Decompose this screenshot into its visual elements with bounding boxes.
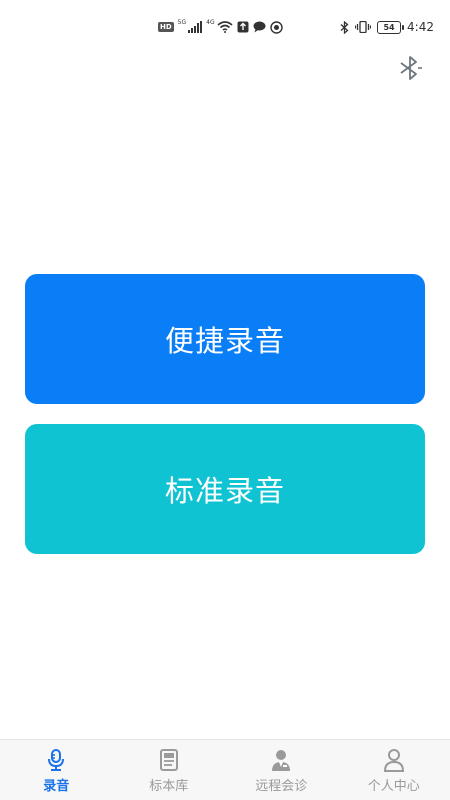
status-time: 4:42: [407, 20, 434, 34]
bluetooth-button[interactable]: [396, 53, 426, 83]
signal-icon: [188, 21, 203, 33]
standard-record-label: 标准录音: [164, 474, 285, 508]
hd-badge: HD: [158, 22, 174, 32]
status-bar: HD 5G 4G 54 4:42: [0, 0, 450, 54]
battery-icon: 54: [377, 20, 405, 34]
document-icon: [156, 747, 182, 773]
nav-item-specimen-library[interactable]: 标本库: [113, 740, 226, 800]
status-left-icons: HD 5G 4G: [158, 18, 283, 36]
nav-label-remote-consultation: 远程会诊: [255, 779, 308, 794]
nav-item-record[interactable]: 录音: [0, 740, 113, 800]
chat-icon: [253, 21, 266, 33]
nav-item-profile[interactable]: 个人中心: [338, 740, 450, 800]
signal-tag-5g: 5G: [177, 18, 187, 26]
nav-label-specimen-library: 标本库: [149, 779, 189, 794]
nav-item-remote-consultation[interactable]: 远程会诊: [225, 740, 338, 800]
vibrate-icon: [355, 21, 372, 33]
nav-label-profile: 个人中心: [367, 779, 420, 794]
bluetooth-icon: [400, 56, 422, 80]
status-right-icons: 54 4:42: [340, 18, 434, 36]
wifi-icon: [217, 21, 233, 33]
microphone-icon: [43, 747, 69, 773]
bottom-nav: 录音 标本库 远程会诊 个人中心: [0, 739, 450, 800]
bluetooth-status-icon: [340, 20, 349, 34]
app-screen: HD 5G 4G 54 4:42 便捷录音 标准录音 录音 标本库 远程会诊 个…: [0, 0, 450, 800]
quick-record-label: 便捷录音: [164, 324, 285, 358]
user-icon: [381, 747, 407, 773]
signal-tag-4g: 4G: [206, 18, 215, 26]
nav-label-record: 录音: [43, 779, 70, 794]
doctor-icon: [268, 747, 294, 773]
quick-record-button[interactable]: 便捷录音: [25, 274, 425, 404]
standard-record-button[interactable]: 标准录音: [25, 424, 425, 554]
upload-notification-icon: [237, 21, 249, 33]
vpn-icon: [269, 20, 283, 34]
